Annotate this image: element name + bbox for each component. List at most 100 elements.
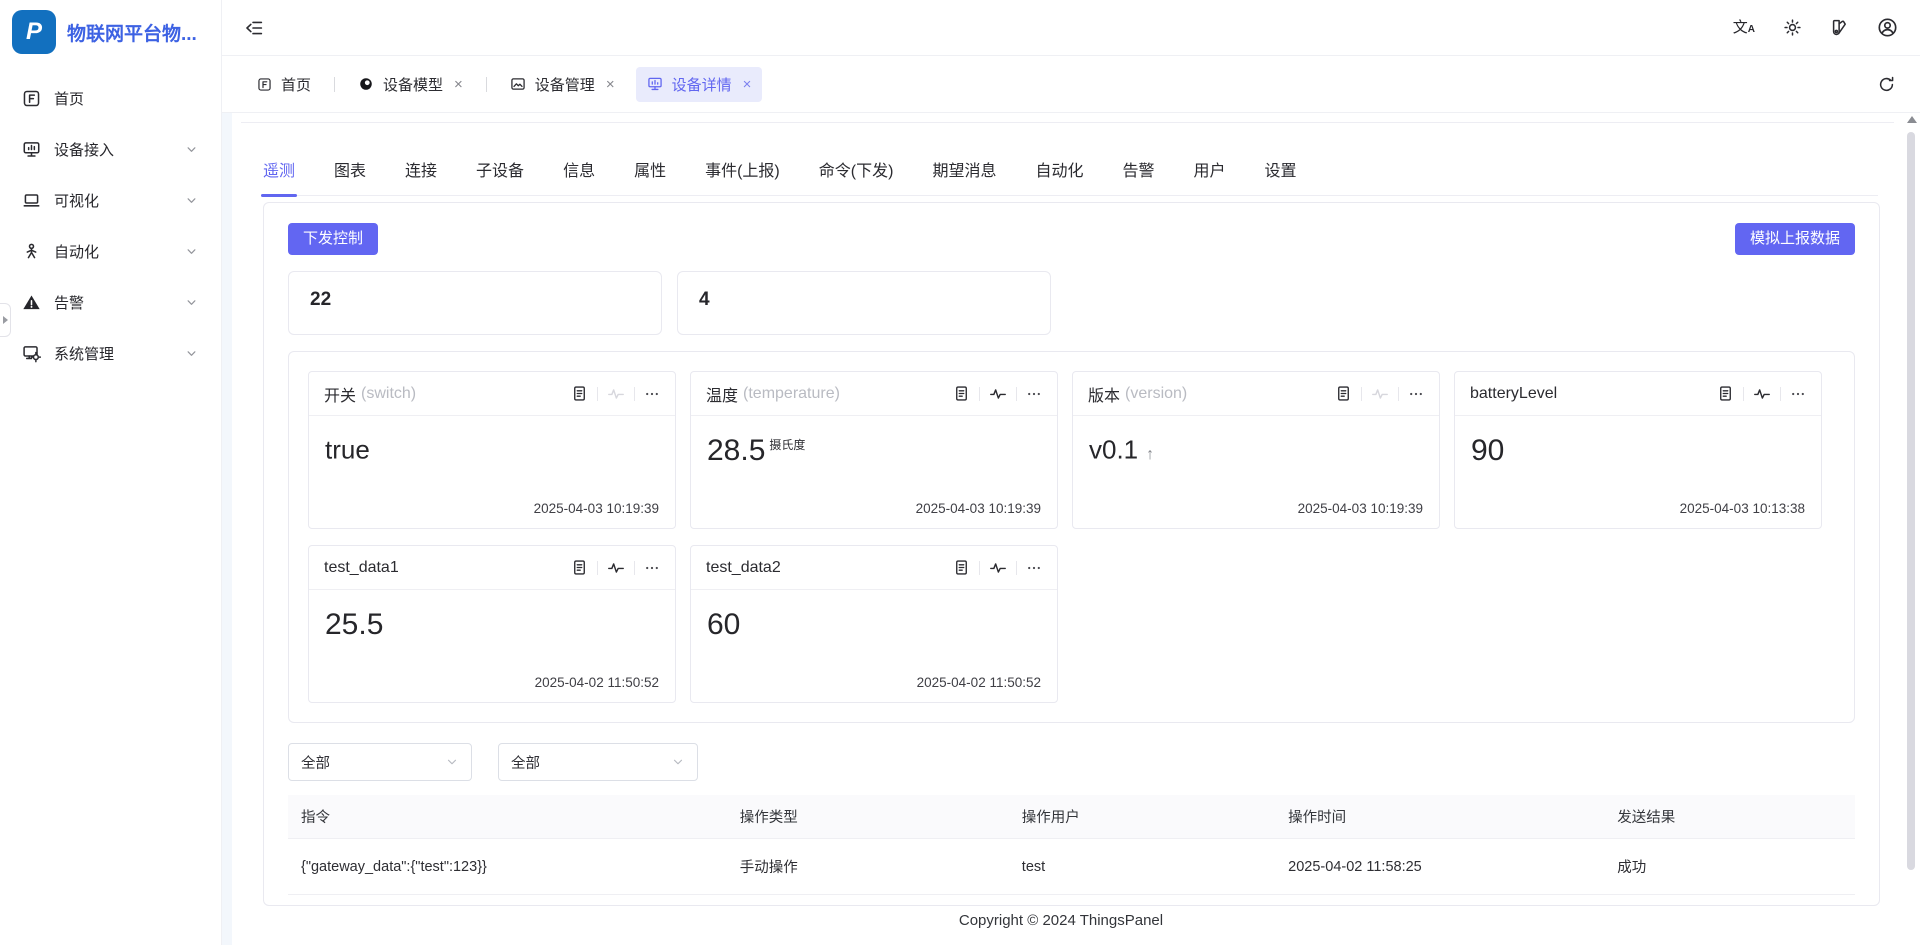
tab-users[interactable]: 用户 — [1193, 160, 1225, 195]
device-management-icon — [510, 76, 526, 92]
waveform-icon[interactable] — [1371, 385, 1389, 403]
page-tab-label: 首页 — [281, 74, 311, 95]
history-filters: 全部 全部 — [288, 743, 1855, 781]
tab-events[interactable]: 事件(上报) — [705, 160, 780, 195]
document-icon[interactable] — [1717, 385, 1734, 402]
theme-palette-icon[interactable] — [1830, 18, 1849, 37]
tab-automation[interactable]: 自动化 — [1035, 160, 1083, 195]
scrollbar-thumb[interactable] — [1907, 132, 1915, 870]
sidebar-item-home[interactable]: 首页 — [10, 78, 211, 119]
document-icon[interactable] — [953, 385, 970, 402]
tab-info[interactable]: 信息 — [563, 160, 595, 195]
page-tab-home[interactable]: 首页 — [246, 67, 322, 102]
filter-select-2[interactable]: 全部 — [498, 743, 698, 781]
sidebar: P 物联网平台物... 首页 设备接入 可视化 自动化 告警 — [0, 0, 222, 945]
card-timestamp: 2025-04-02 11:50:52 — [535, 675, 659, 690]
more-icon[interactable] — [1026, 386, 1042, 402]
sidebar-item-system-management[interactable]: 系统管理 — [10, 333, 211, 374]
trend-up-arrow: ↑ — [1146, 446, 1154, 463]
tab-divider — [334, 77, 335, 92]
more-icon[interactable] — [1790, 386, 1806, 402]
page-tab-device-model[interactable]: 设备模型 × — [347, 67, 474, 102]
filter-select-1[interactable]: 全部 — [288, 743, 472, 781]
tab-connection[interactable]: 连接 — [405, 160, 437, 195]
logo[interactable]: P 物联网平台物... — [0, 0, 221, 64]
cell-op-user: test — [1009, 839, 1275, 895]
tab-chart[interactable]: 图表 — [334, 160, 366, 195]
user-avatar-icon[interactable] — [1877, 17, 1898, 38]
card-timestamp: 2025-04-03 10:19:39 — [916, 501, 1041, 516]
card-timestamp: 2025-04-02 11:50:52 — [917, 675, 1041, 690]
waveform-icon[interactable] — [607, 385, 625, 403]
cell-op-type: 手动操作 — [727, 839, 1009, 895]
telemetry-panel: 下发控制 模拟上报数据 22 4 开关 (switch) — [263, 202, 1880, 906]
sidebar-item-visualization[interactable]: 可视化 — [10, 180, 211, 221]
card-title-en: (version) — [1125, 385, 1187, 403]
telemetry-cards: 开关 (switch) true 2025-04-03 10:19:39 — [288, 351, 1855, 723]
system-management-icon — [22, 344, 41, 363]
tab-expected-messages[interactable]: 期望消息 — [932, 160, 996, 195]
expand-right-icon — [3, 316, 8, 324]
more-icon[interactable] — [644, 386, 660, 402]
tab-attributes[interactable]: 属性 — [634, 160, 666, 195]
page-tab-label: 设备模型 — [383, 74, 443, 95]
more-icon[interactable] — [644, 560, 660, 576]
waveform-icon[interactable] — [607, 559, 625, 577]
tab-divider — [486, 77, 487, 92]
table-header-row: 指令 操作类型 操作用户 操作时间 发送结果 — [288, 795, 1855, 839]
page-tab-label: 设备管理 — [535, 74, 595, 95]
document-icon[interactable] — [953, 559, 970, 576]
card-timestamp: 2025-04-03 10:13:38 — [1680, 501, 1805, 516]
collapse-sidebar-icon[interactable] — [244, 18, 264, 38]
sidebar-item-alarm[interactable]: 告警 — [10, 282, 211, 323]
card-value: 60 — [707, 608, 740, 641]
device-access-icon — [22, 140, 41, 159]
card-title: test_data2 — [706, 559, 781, 577]
column-op-user: 操作用户 — [1009, 795, 1275, 839]
document-icon[interactable] — [1335, 385, 1352, 402]
sidebar-item-device-access[interactable]: 设备接入 — [10, 129, 211, 170]
column-command: 指令 — [288, 795, 727, 839]
cell-command: {"gateway_data":{"test":123}} — [288, 839, 727, 895]
waveform-icon[interactable] — [989, 559, 1007, 577]
waveform-icon[interactable] — [989, 385, 1007, 403]
vertical-scrollbar[interactable] — [1904, 116, 1919, 945]
simulate-report-button[interactable]: 模拟上报数据 — [1735, 223, 1855, 255]
theme-light-icon[interactable] — [1783, 18, 1802, 37]
tab-settings[interactable]: 设置 — [1265, 160, 1297, 195]
page-tab-device-management[interactable]: 设备管理 × — [499, 67, 626, 102]
close-icon[interactable]: × — [743, 77, 752, 92]
document-icon[interactable] — [571, 385, 588, 402]
tab-alarm[interactable]: 告警 — [1122, 160, 1154, 195]
tab-sub-devices[interactable]: 子设备 — [476, 160, 524, 195]
table-row: {"gateway_data":{"test":123}} 手动操作 test … — [288, 839, 1855, 895]
more-icon[interactable] — [1026, 560, 1042, 576]
page-tab-device-detail[interactable]: 设备详情 × — [636, 67, 763, 102]
split-pane-strip — [222, 113, 232, 945]
panel-expand-handle[interactable] — [0, 303, 11, 337]
refresh-icon[interactable] — [1877, 75, 1896, 94]
card-title-en: (switch) — [361, 385, 416, 403]
card-value: true — [325, 435, 370, 465]
sidebar-item-automation[interactable]: 自动化 — [10, 231, 211, 272]
sidebar-nav: 首页 设备接入 可视化 自动化 告警 系统管理 — [0, 78, 221, 374]
close-icon[interactable]: × — [454, 77, 463, 92]
card-timestamp: 2025-04-03 10:19:39 — [1298, 501, 1423, 516]
close-icon[interactable]: × — [606, 77, 615, 92]
tab-telemetry[interactable]: 遥测 — [263, 160, 295, 195]
home-f-icon — [257, 77, 272, 92]
more-icon[interactable] — [1408, 386, 1424, 402]
column-op-type: 操作类型 — [727, 795, 1009, 839]
document-icon[interactable] — [571, 559, 588, 576]
card-value: 28.5 — [707, 434, 765, 467]
waveform-icon[interactable] — [1753, 385, 1771, 403]
tab-commands[interactable]: 命令(下发) — [819, 160, 894, 195]
language-icon[interactable]: 文A — [1733, 20, 1755, 35]
send-control-button[interactable]: 下发控制 — [288, 223, 378, 255]
telemetry-card-battery-level: batteryLevel 90 2025-04-03 10:13:38 — [1454, 371, 1822, 529]
sidebar-item-label: 告警 — [54, 292, 84, 313]
select-value: 全部 — [301, 752, 330, 773]
scroll-up-arrow-icon[interactable] — [1907, 116, 1917, 123]
cell-op-time: 2025-04-02 11:58:25 — [1275, 839, 1604, 895]
thingspanel-logo-icon: P — [12, 10, 56, 54]
